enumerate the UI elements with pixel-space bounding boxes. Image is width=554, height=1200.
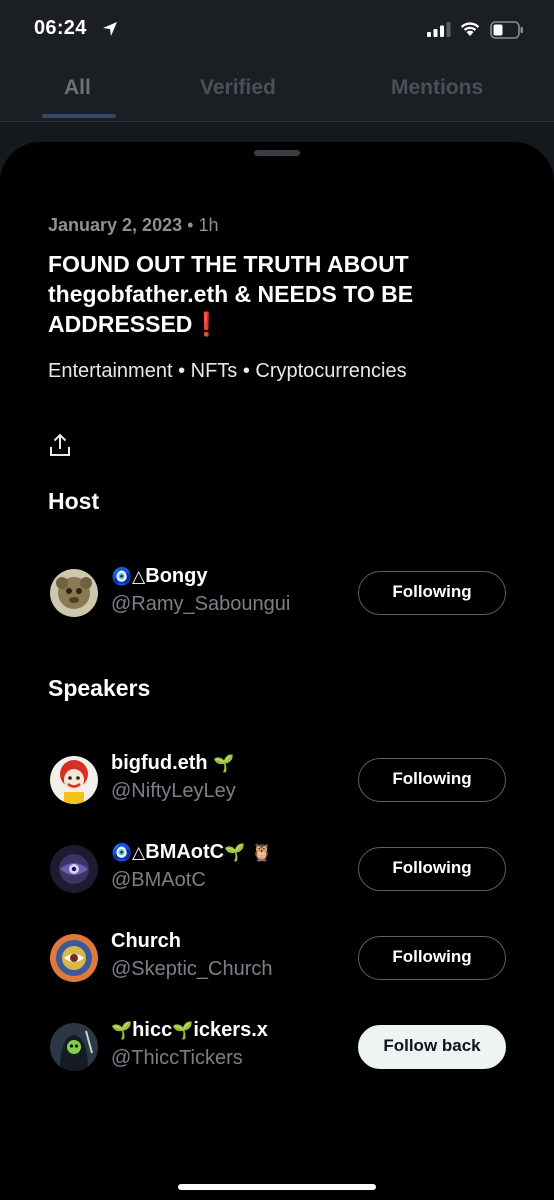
name-text: Bongy xyxy=(145,565,208,587)
all-seeing-eye-avatar-icon xyxy=(50,934,98,982)
avatar[interactable] xyxy=(50,934,98,982)
seedling-emoji: 🌱 xyxy=(111,1021,133,1041)
name-text: hicc xyxy=(132,1019,173,1041)
person-name: 🧿△Bongy xyxy=(111,565,207,588)
tab-mentions[interactable]: Mentions xyxy=(391,76,483,100)
person-handle: @BMAotC xyxy=(111,869,206,891)
eye-avatar-icon xyxy=(50,845,98,893)
status-time: 06:24 xyxy=(34,17,87,39)
name-prefix-emoji: 🧿△ xyxy=(111,567,146,587)
status-bar: 06:24 xyxy=(0,0,554,62)
clown-avatar-icon xyxy=(50,756,98,804)
space-details-sheet: January 2, 2023 • 1h FOUND OUT THE TRUTH… xyxy=(0,142,554,1200)
person-name: 🌱hicc🌱ickers.x xyxy=(111,1019,268,1042)
speaker-row[interactable]: 🧿△BMAotC🌱 🦉 @BMAotC Following xyxy=(0,839,554,899)
seedling-emoji: 🌱 xyxy=(213,754,235,774)
host-heading: Host xyxy=(48,488,100,514)
person-handle: @Skeptic_Church xyxy=(111,958,273,980)
tab-verified[interactable]: Verified xyxy=(200,76,276,100)
space-title-text: FOUND OUT THE TRUTH ABOUT thegobfather.e… xyxy=(48,251,414,337)
speaker-row[interactable]: bigfud.eth 🌱 @NiftyLeyLey Following xyxy=(0,750,554,810)
seedling-owl-emoji: 🌱 🦉 xyxy=(224,843,273,863)
speaker-row[interactable]: 🌱hicc🌱ickers.x @ThiccTickers Follow back xyxy=(0,1017,554,1077)
following-button[interactable]: Following xyxy=(358,571,506,615)
location-arrow-icon xyxy=(103,22,117,36)
person-name: Church xyxy=(111,930,181,953)
avatar[interactable] xyxy=(50,1023,98,1071)
separator-dot: • xyxy=(187,215,199,235)
active-tab-indicator xyxy=(42,114,116,118)
space-title: FOUND OUT THE TRUTH ABOUT thegobfather.e… xyxy=(48,249,518,339)
seedling-emoji: 🌱 xyxy=(172,1021,194,1041)
follow-back-button[interactable]: Follow back xyxy=(358,1025,506,1069)
speaker-row[interactable]: Church @Skeptic_Church Following xyxy=(0,928,554,988)
sheet-grabber[interactable] xyxy=(254,150,300,156)
person-handle: @NiftyLeyLey xyxy=(111,780,236,802)
person-handle: @ThiccTickers xyxy=(111,1047,243,1069)
person-handle: @Ramy_Saboungui xyxy=(111,593,291,615)
avatar[interactable] xyxy=(50,845,98,893)
tab-all[interactable]: All xyxy=(64,76,91,100)
name-text: bigfud.eth xyxy=(111,752,208,774)
host-row[interactable]: 🧿△Bongy @Ramy_Saboungui Following xyxy=(0,563,554,623)
following-button[interactable]: Following xyxy=(358,758,506,802)
share-icon[interactable] xyxy=(48,432,72,458)
name-prefix-emoji: 🧿△ xyxy=(111,843,146,863)
reaper-avatar-icon xyxy=(50,1023,98,1071)
speakers-heading: Speakers xyxy=(48,675,151,701)
person-name: 🧿△BMAotC🌱 🦉 xyxy=(111,841,272,864)
space-topics: Entertainment • NFTs • Cryptocurrencies xyxy=(48,360,407,382)
space-date: January 2, 2023 xyxy=(48,215,183,235)
exclamation-emoji: ❗ xyxy=(192,311,222,337)
home-indicator[interactable] xyxy=(178,1184,376,1190)
cellular-signal-icon xyxy=(427,22,451,37)
following-button[interactable]: Following xyxy=(358,936,506,980)
space-date-line: January 2, 2023 • 1h xyxy=(48,215,218,236)
avatar[interactable] xyxy=(50,569,98,617)
name-text-end: ickers.x xyxy=(193,1019,268,1041)
bongy-avatar-icon xyxy=(50,569,98,617)
name-text: Church xyxy=(111,930,181,952)
wifi-icon xyxy=(460,22,480,36)
person-name: bigfud.eth 🌱 xyxy=(111,752,234,775)
battery-icon xyxy=(490,21,523,39)
timeline-tabs: All Verified Mentions xyxy=(0,62,554,122)
space-elapsed: 1h xyxy=(198,215,219,235)
avatar[interactable] xyxy=(50,756,98,804)
following-button[interactable]: Following xyxy=(358,847,506,891)
name-text: BMAotC xyxy=(145,841,225,863)
